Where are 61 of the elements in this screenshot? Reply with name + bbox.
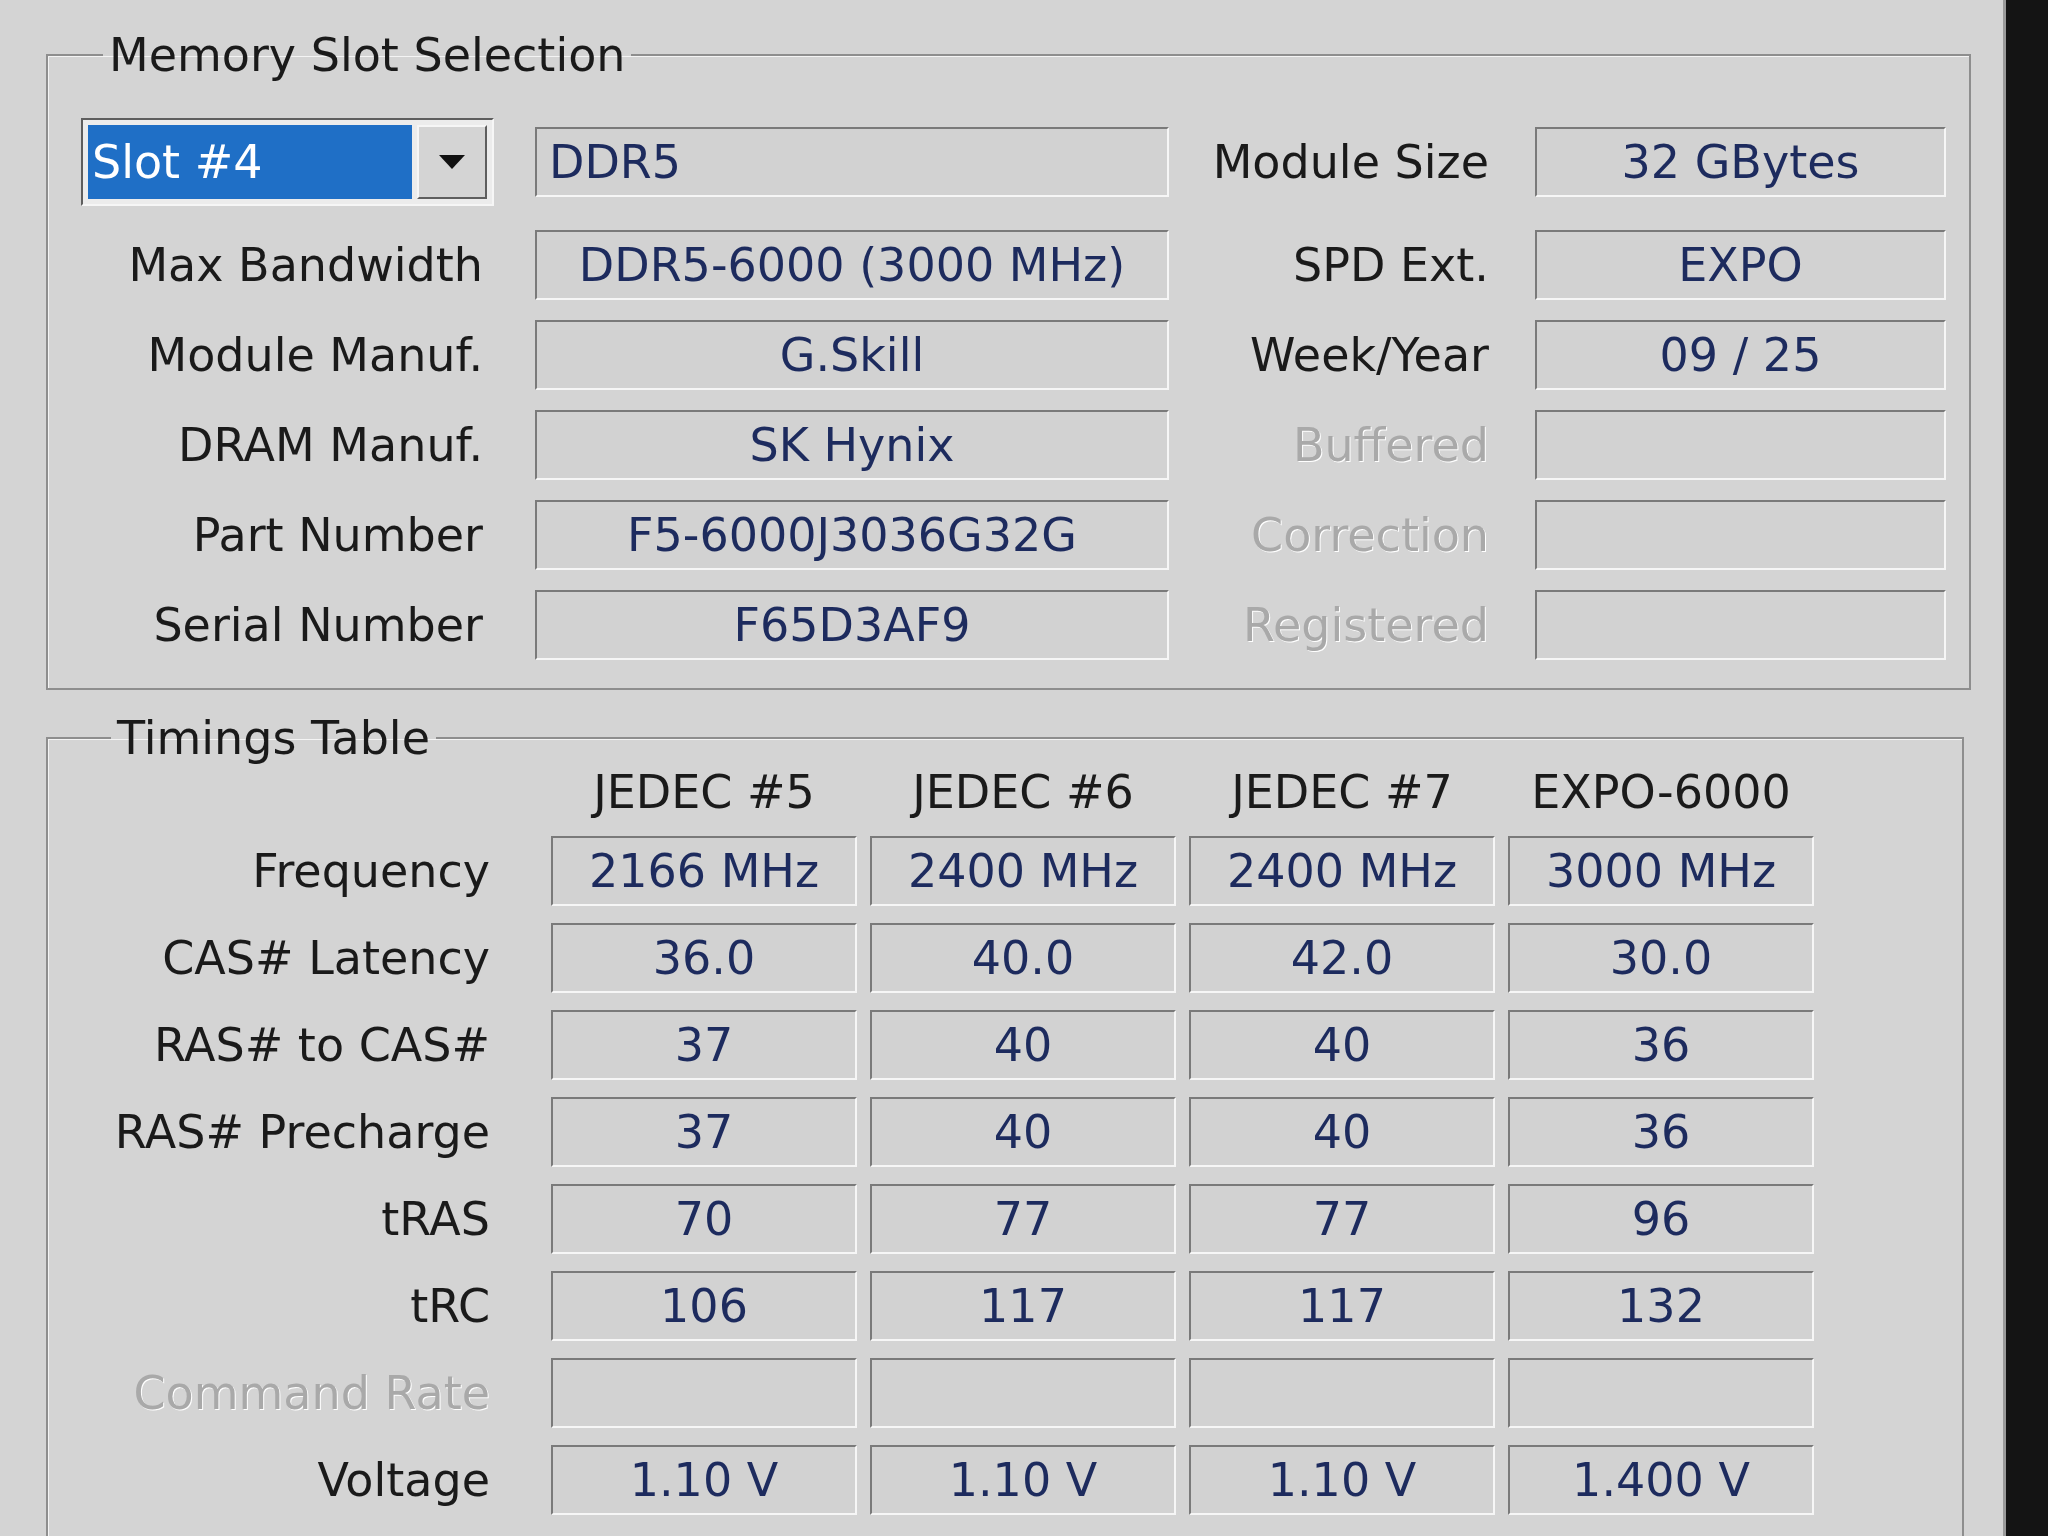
table-cell: 77 xyxy=(1189,1184,1495,1254)
table-cell: 132 xyxy=(1508,1271,1814,1341)
field-label: Module Manuf. xyxy=(146,326,484,384)
field-label: Max Bandwidth xyxy=(127,236,484,294)
row-label: tRAS xyxy=(380,1190,491,1248)
table-cell: 2166 MHz xyxy=(551,836,857,906)
table-cell: 77 xyxy=(870,1184,1176,1254)
field-label: Module Size xyxy=(1211,133,1490,191)
slot-dropdown[interactable]: Slot #4 xyxy=(81,118,494,206)
table-cell: 2400 MHz xyxy=(1189,836,1495,906)
info-field: EXPO xyxy=(1535,230,1946,300)
table-cell: 37 xyxy=(551,1097,857,1167)
table-cell: 40.0 xyxy=(870,923,1176,993)
row-label: tRC xyxy=(409,1277,491,1335)
caret-down-icon xyxy=(439,155,465,169)
table-cell: 1.10 V xyxy=(1189,1445,1495,1515)
table-cell: 3000 MHz xyxy=(1508,836,1814,906)
group-title: Memory Slot Selection xyxy=(108,28,627,82)
table-cell: 40 xyxy=(870,1097,1176,1167)
table-cell: 40 xyxy=(1189,1097,1495,1167)
dropdown-button[interactable] xyxy=(417,125,487,199)
table-cell: 70 xyxy=(551,1184,857,1254)
column-header: JEDEC #6 xyxy=(909,763,1135,821)
table-cell: 106 xyxy=(551,1271,857,1341)
field-label: SPD Ext. xyxy=(1292,236,1490,294)
row-label: Voltage xyxy=(316,1451,491,1509)
column-header: JEDEC #7 xyxy=(1228,763,1454,821)
field-label: Week/Year xyxy=(1249,326,1490,384)
table-cell: 1.10 V xyxy=(870,1445,1176,1515)
table-cell: 1.400 V xyxy=(1508,1445,1814,1515)
row-label: Frequency xyxy=(251,842,491,900)
table-cell: 36 xyxy=(1508,1097,1814,1167)
row-label: RAS# to CAS# xyxy=(152,1016,491,1074)
info-field: DDR5-6000 (3000 MHz) xyxy=(535,230,1169,300)
field-label: Serial Number xyxy=(152,596,484,654)
table-cell: 40 xyxy=(1189,1010,1495,1080)
table-cell: 36.0 xyxy=(551,923,857,993)
table-cell: 2400 MHz xyxy=(870,836,1176,906)
table-cell: 37 xyxy=(551,1010,857,1080)
info-field: 32 GBytes xyxy=(1535,127,1946,197)
info-field: DDR5 xyxy=(535,127,1169,197)
table-cell: 96 xyxy=(1508,1184,1814,1254)
info-field: SK Hynix xyxy=(535,410,1169,480)
table-cell: 117 xyxy=(870,1271,1176,1341)
table-cell: 1.10 V xyxy=(551,1445,857,1515)
table-cell: 117 xyxy=(1189,1271,1495,1341)
info-field: F5-6000J3036G32G xyxy=(535,500,1169,570)
field-label: Part Number xyxy=(191,506,484,564)
row-label: CAS# Latency xyxy=(161,929,491,987)
info-field: G.Skill xyxy=(535,320,1169,390)
table-cell: 30.0 xyxy=(1508,923,1814,993)
table-cell: 36 xyxy=(1508,1010,1814,1080)
table-cell: 40 xyxy=(870,1010,1176,1080)
column-header: JEDEC #5 xyxy=(590,763,816,821)
info-field: 09 / 25 xyxy=(1535,320,1946,390)
group-title: Timings Table xyxy=(116,711,431,765)
info-field: F65D3AF9 xyxy=(535,590,1169,660)
column-header: EXPO-6000 xyxy=(1530,763,1792,821)
table-cell: 42.0 xyxy=(1189,923,1495,993)
field-label: DRAM Manuf. xyxy=(177,416,484,474)
row-label: RAS# Precharge xyxy=(113,1103,491,1161)
